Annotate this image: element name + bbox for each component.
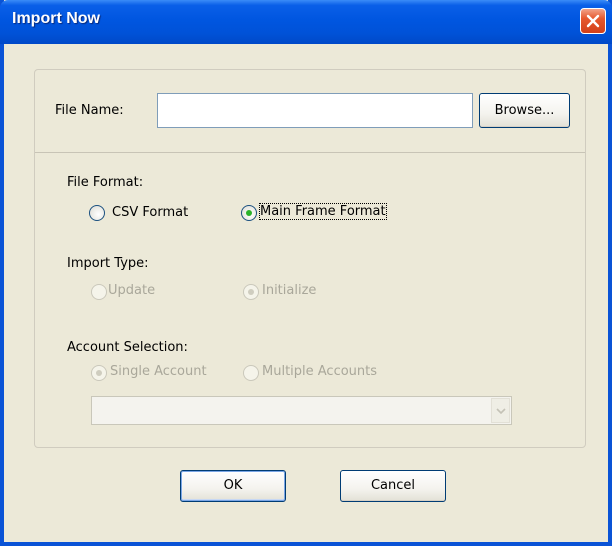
close-button[interactable] <box>580 8 606 34</box>
account-selection-label: Account Selection: <box>67 340 188 355</box>
account-select-dropdown-button[interactable] <box>491 398 510 423</box>
title-bar[interactable]: Import Now <box>0 0 612 44</box>
multiple-accounts-radio[interactable] <box>243 365 259 381</box>
group-divider <box>35 152 585 153</box>
import-now-dialog: Import Now File Name: Browse... File For… <box>0 0 612 546</box>
main-frame-format-label[interactable]: Main Frame Format <box>259 203 387 220</box>
browse-button-label: Browse... <box>494 103 555 118</box>
window-title: Import Now <box>12 10 100 27</box>
chevron-down-icon <box>496 408 506 415</box>
csv-format-radio[interactable] <box>89 205 105 221</box>
single-account-label: Single Account <box>110 364 207 379</box>
radio-selected-dot <box>96 370 102 376</box>
cancel-button[interactable]: Cancel <box>340 470 446 502</box>
single-account-radio[interactable] <box>91 365 107 381</box>
ok-button-label: OK <box>223 478 243 493</box>
file-name-input[interactable] <box>157 93 473 128</box>
csv-format-label[interactable]: CSV Format <box>112 205 188 220</box>
file-name-label: File Name: <box>55 103 124 118</box>
initialize-label: Initialize <box>262 283 317 298</box>
account-select[interactable] <box>91 396 512 425</box>
radio-selected-dot <box>248 289 254 295</box>
radio-selected-dot <box>246 210 252 216</box>
browse-button[interactable]: Browse... <box>479 93 570 128</box>
update-label: Update <box>108 283 156 298</box>
import-type-label: Import Type: <box>67 256 149 271</box>
multiple-accounts-label: Multiple Accounts <box>262 364 378 379</box>
close-icon <box>586 14 600 28</box>
ok-button[interactable]: OK <box>180 470 286 502</box>
update-radio[interactable] <box>91 284 107 300</box>
main-frame-format-radio[interactable] <box>241 205 257 221</box>
initialize-radio[interactable] <box>243 284 259 300</box>
file-format-label: File Format: <box>67 175 144 190</box>
cancel-button-label: Cancel <box>370 478 416 493</box>
